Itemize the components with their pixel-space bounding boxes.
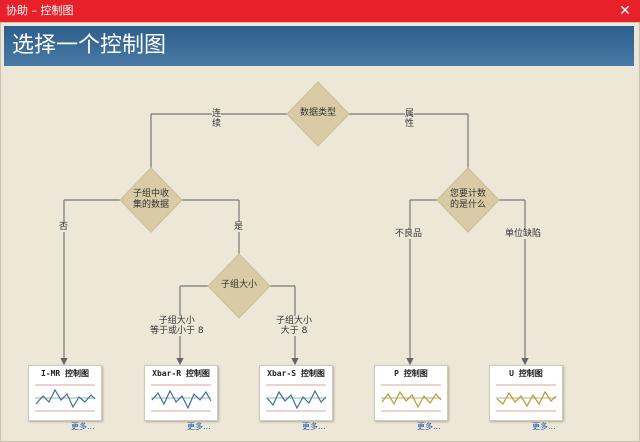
- edge-label-defects-per-unit: 单位缺陷: [505, 229, 542, 239]
- edge-label-no: 否: [59, 222, 69, 232]
- edge-label-size-le8: 子组大小 等于或小于 8: [150, 316, 204, 336]
- chart-thumbnail-icon: [381, 384, 442, 412]
- chart-card-u[interactable]: U 控制图: [489, 365, 563, 421]
- chart-thumbnail-icon: [496, 384, 557, 412]
- chart-card-imr[interactable]: I-MR 控制图: [28, 365, 102, 421]
- chart-card-p[interactable]: P 控制图: [374, 365, 448, 421]
- more-link-xbar-r[interactable]: 更多...: [187, 421, 211, 432]
- node-subgroup-collect-label: 子组中收 集的数据: [132, 189, 169, 210]
- chart-thumbnail-icon: [151, 384, 212, 412]
- more-link-imr[interactable]: 更多...: [71, 421, 95, 432]
- chart-card-label: Xbar-R 控制图: [152, 369, 210, 378]
- chart-card-label: I-MR 控制图: [40, 369, 90, 378]
- edge-label-size-gt8: 子组大小 大于 8: [276, 316, 313, 336]
- more-link-u[interactable]: 更多...: [532, 421, 556, 432]
- more-link-xbar-s[interactable]: 更多...: [302, 421, 326, 432]
- node-count-what-label: 您要计数 的是什么: [449, 189, 486, 210]
- chart-thumbnail-icon: [35, 384, 96, 412]
- edge-label-defectives: 不良品: [395, 229, 423, 239]
- node-data-type-label: 数据类型: [299, 108, 336, 118]
- chart-card-label: P 控制图: [394, 369, 428, 378]
- edge-label-yes: 是: [234, 222, 244, 232]
- chart-thumbnail-icon: [266, 384, 327, 412]
- chart-card-xbar-s[interactable]: Xbar-S 控制图: [259, 365, 333, 421]
- chart-card-label: Xbar-S 控制图: [267, 369, 325, 378]
- more-link-p[interactable]: 更多...: [417, 421, 441, 432]
- chart-card-label: U 控制图: [509, 369, 543, 378]
- node-subgroup-size-label: 子组大小: [220, 280, 257, 290]
- edge-label-continuous: 连 续: [212, 109, 222, 129]
- edge-label-attribute: 属 性: [405, 109, 415, 129]
- chart-card-xbar-r[interactable]: Xbar-R 控制图: [144, 365, 218, 421]
